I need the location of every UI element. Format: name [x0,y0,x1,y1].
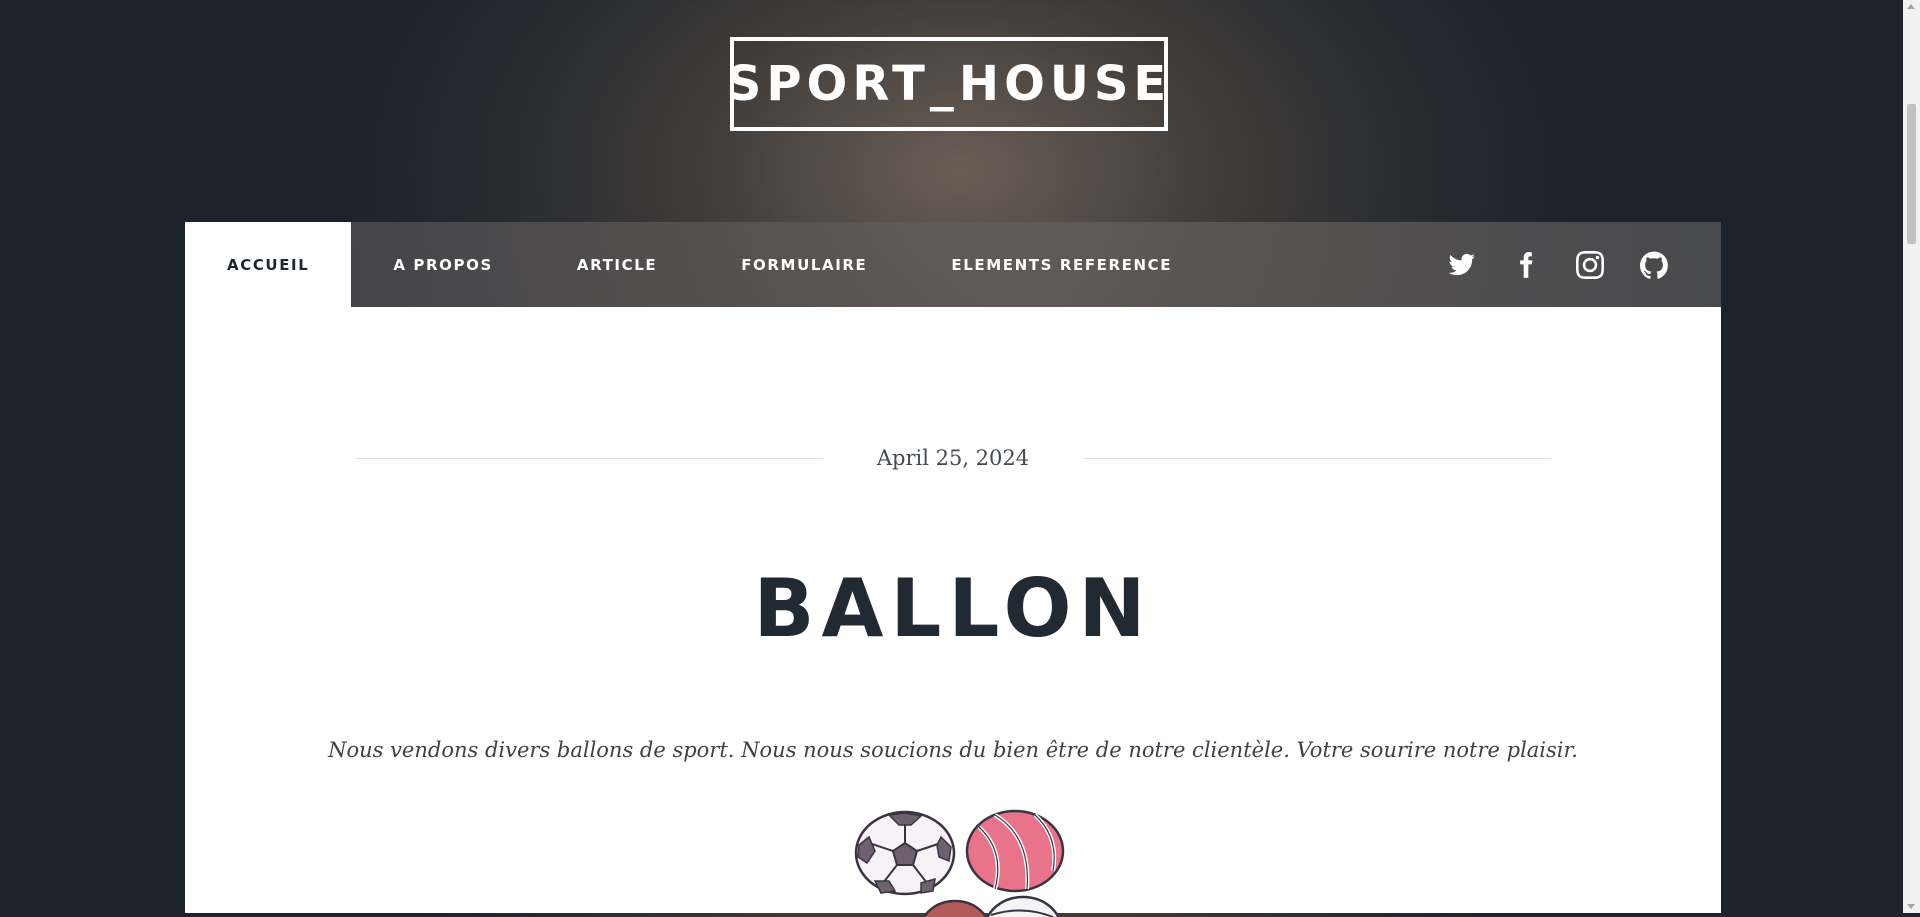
sports-balls-illustration [854,809,1065,917]
nav-item-elements-reference[interactable]: ELEMENTS REFERENCE [909,222,1214,307]
instagram-icon[interactable] [1575,250,1605,280]
intro-paragraph: Nous vendons divers ballons de sport. No… [328,738,1578,762]
main-nav: ACCUEIL A PROPOS ARTICLE FORMULAIRE ELEM… [185,222,1721,307]
page-title: BALLON [753,562,1153,655]
scroll-thumb[interactable] [1907,104,1916,244]
divider-right [1083,457,1551,459]
scroll-down-icon[interactable] [1907,904,1915,909]
twitter-icon[interactable] [1447,250,1477,280]
github-icon[interactable] [1639,250,1669,280]
nav-item-article[interactable]: ARTICLE [535,222,699,307]
soccer-ball [854,810,956,896]
site-logo[interactable]: SPORT_HOUSE [726,37,1172,131]
nav-item-accueil[interactable]: ACCUEIL [185,222,352,307]
divider-left [355,457,823,459]
volleyball [986,895,1060,917]
page: SPORT_HOUSE ACCUEIL A PROPOS ARTICLE FOR… [0,0,1903,917]
scroll-up-icon[interactable] [1907,4,1915,9]
post-date: April 25, 2024 [876,446,1030,470]
nav-item-a-propos[interactable]: A PROPOS [351,222,534,307]
nav-item-formulaire[interactable]: FORMULAIRE [699,222,909,307]
social-links [1447,222,1721,307]
post-date-row: April 25, 2024 [355,443,1551,473]
facebook-icon[interactable] [1511,250,1541,280]
site-logo-text: SPORT_HOUSE [726,56,1172,112]
page-scrollbar[interactable] [1903,0,1920,913]
pink-ball [965,809,1065,893]
football-ball [922,899,988,917]
main-content: April 25, 2024 BALLON Nous vendons diver… [185,307,1721,917]
